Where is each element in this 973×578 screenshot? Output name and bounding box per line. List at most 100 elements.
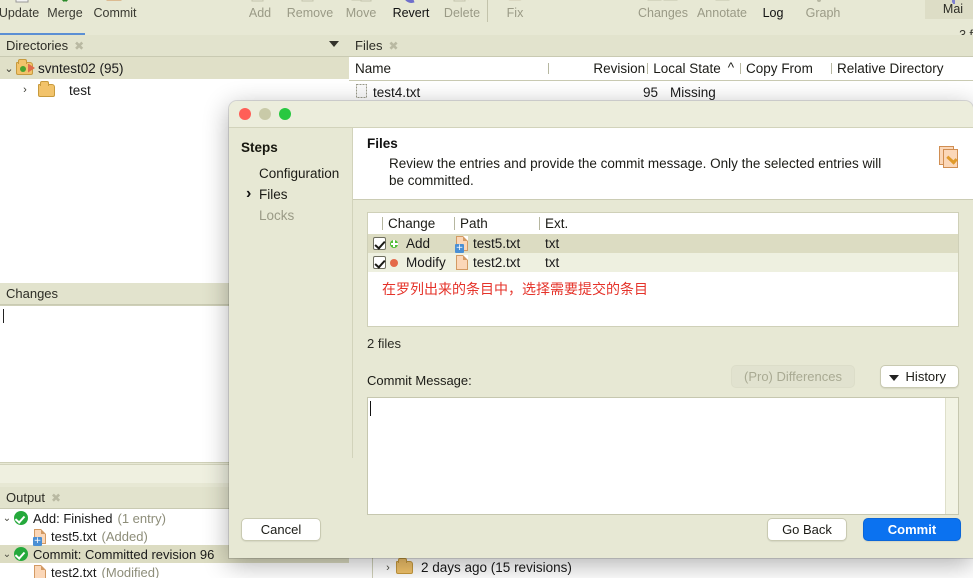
directories-panel-header: Directories ✖ <box>0 35 349 57</box>
folder-icon <box>396 558 413 574</box>
change-modify-icon <box>390 258 398 267</box>
row-checkbox[interactable] <box>368 256 390 269</box>
output-row-test2[interactable]: test2.txt (Modified) <box>0 563 349 578</box>
cancel-button[interactable]: Cancel <box>241 518 321 541</box>
toolbar-button-log[interactable]: Log <box>746 0 800 20</box>
tab-main[interactable]: Mai <box>925 0 973 19</box>
column-header-relative-directory[interactable]: Relative Directory <box>831 61 973 76</box>
file-missing-icon <box>349 84 373 101</box>
directories-title: Directories <box>6 38 69 53</box>
dialog-footer: Cancel Go Back Commit <box>229 510 973 558</box>
toolbar-button-delete[interactable]: Delete <box>435 0 489 20</box>
toolbar-button-changes[interactable]: Changes <box>636 0 690 20</box>
minimize-window-icon[interactable] <box>259 108 271 120</box>
sort-ascending-icon: ^ <box>727 60 735 75</box>
toolbar-button-fix[interactable]: Fix <box>488 0 542 20</box>
success-icon <box>14 547 28 561</box>
text-cursor <box>370 401 371 416</box>
success-icon <box>14 511 28 525</box>
cell-ext: txt <box>545 255 560 270</box>
step-files[interactable]: Files <box>241 184 352 205</box>
file-count-label: 2 files <box>367 336 401 351</box>
app-window: Update Merge Commit Add Remove Move Reve… <box>0 0 973 578</box>
file-modified-icon <box>34 564 46 578</box>
file-added-icon <box>33 528 46 546</box>
cell-path: test2.txt <box>473 255 521 270</box>
close-icon[interactable]: ✖ <box>51 492 61 504</box>
twisty-icon[interactable]: › <box>18 84 32 96</box>
column-header-ext[interactable]: Ext. <box>539 216 571 231</box>
close-icon[interactable]: ✖ <box>74 40 84 52</box>
twisty-icon[interactable]: ⌄ <box>0 513 14 524</box>
dialog-header: Files Review the entries and provide the… <box>353 128 973 200</box>
history-button[interactable]: History <box>879 365 959 388</box>
toolbar-button-commit[interactable]: Commit <box>88 0 142 20</box>
file-added-icon <box>455 236 468 253</box>
cell-local-state: Missing <box>670 85 716 100</box>
differences-button[interactable]: (Pro) Differences <box>730 365 855 388</box>
column-header-revision[interactable]: Revision <box>547 61 648 76</box>
changes-title: Changes <box>6 286 59 301</box>
window-layout-icon <box>952 0 954 3</box>
tree-item-svntest02[interactable]: ⌄ svntest02 (95) <box>0 57 349 79</box>
toolbar-button-annotate[interactable]: Annotate <box>695 0 749 20</box>
close-icon[interactable]: ✖ <box>388 40 398 52</box>
row-checkbox[interactable] <box>368 237 390 250</box>
main-toolbar: Update Merge Commit Add Remove Move Reve… <box>0 0 973 42</box>
column-header-local-state[interactable]: Local State ^ <box>647 60 740 76</box>
toolbar-button-graph[interactable]: Graph <box>796 0 850 20</box>
toolbar-button-merge[interactable]: Merge <box>38 0 92 20</box>
commit-entries-table[interactable]: Change Path Ext. Add test5.txt txt <box>367 212 959 327</box>
cell-change: Add <box>406 236 431 251</box>
toolbar-button-remove[interactable]: Remove <box>283 0 337 20</box>
toolbar-button-add[interactable]: Add <box>233 0 287 20</box>
output-row-text: Add: Finished <box>33 510 113 526</box>
step-configuration[interactable]: Configuration <box>241 163 352 184</box>
commit-button[interactable]: Commit <box>863 518 961 541</box>
output-row-text: test5.txt <box>51 528 97 544</box>
column-header-local-state-label: Local State <box>653 61 721 76</box>
dialog-body: Steps Configuration Files Locks Files Re… <box>229 128 973 558</box>
toolbar-label-add: Add <box>248 6 272 20</box>
column-header-path[interactable]: Path <box>454 216 539 231</box>
history-button-label: History <box>905 369 946 384</box>
twisty-icon[interactable]: ⌄ <box>2 62 16 75</box>
toolbar-label-delete: Delete <box>443 6 481 20</box>
table-empty-area[interactable] <box>368 306 958 326</box>
commit-entries-header: Change Path Ext. <box>368 213 958 234</box>
twisty-icon[interactable]: ⌄ <box>0 549 14 560</box>
zoom-window-icon[interactable] <box>279 108 291 120</box>
tree-item-test[interactable]: › test <box>0 79 349 101</box>
tab-main-label: Mai <box>942 2 964 16</box>
history-row[interactable]: › 2 days ago (15 revisions) <box>380 558 572 575</box>
column-header-copy-from[interactable]: Copy From <box>740 61 831 76</box>
table-row[interactable]: Modify test2.txt txt <box>368 253 958 272</box>
dialog-description: Review the entries and provide the commi… <box>389 156 882 188</box>
toolbar-label-merge: Merge <box>47 6 83 20</box>
text-cursor <box>3 309 4 323</box>
dialog-titlebar[interactable] <box>229 101 973 128</box>
step-locks: Locks <box>259 208 295 223</box>
cell-revision: 95 <box>642 85 658 100</box>
toolbar-label-annotate: Annotate <box>696 6 748 20</box>
history-row-label: 2 days ago (15 revisions) <box>421 560 572 575</box>
output-title: Output <box>6 490 46 505</box>
steps-title: Steps <box>241 140 278 155</box>
column-header-name[interactable]: Name <box>349 61 548 76</box>
commit-message-row: Commit Message: (Pro) Differences Histor… <box>367 365 959 391</box>
toolbar-button-revert[interactable]: Revert <box>384 0 438 20</box>
cell-path: test5.txt <box>473 236 521 251</box>
close-window-icon[interactable] <box>239 108 251 120</box>
table-row[interactable]: Add test5.txt txt <box>368 234 958 253</box>
tree-item-label: svntest02 (95) <box>38 60 124 76</box>
commit-message-scrollbar[interactable] <box>945 398 958 514</box>
go-back-button[interactable]: Go Back <box>767 518 847 541</box>
chevron-down-icon[interactable] <box>329 41 339 47</box>
commit-message-input[interactable] <box>367 397 959 515</box>
output-row-text: Commit: Committed revision 96 <box>33 546 215 562</box>
toolbar-button-move[interactable]: Move <box>334 0 388 20</box>
toolbar-label-move: Move <box>345 6 377 20</box>
twisty-icon[interactable]: › <box>380 562 396 574</box>
annotation-text: 在罗列出来的条目中，选择需要提交的条目 <box>382 282 648 298</box>
column-header-change[interactable]: Change <box>382 216 454 231</box>
